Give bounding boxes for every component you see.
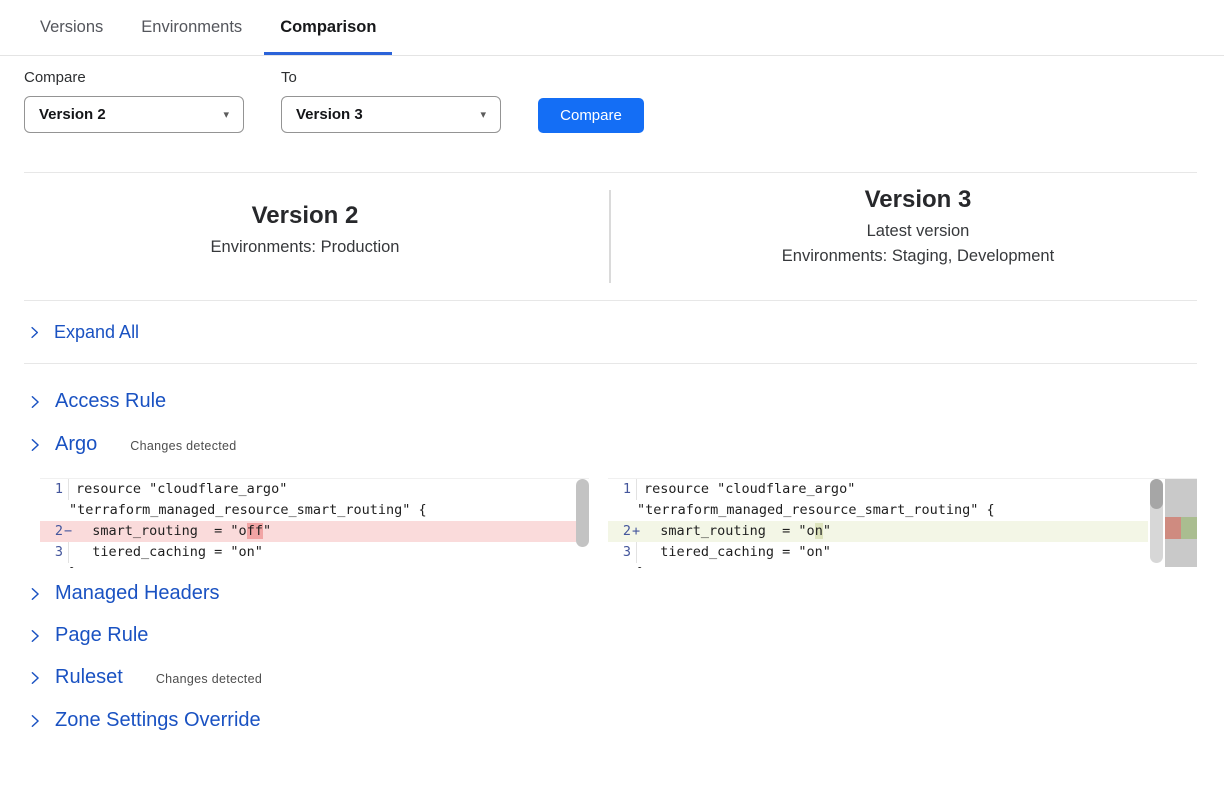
diff-row: 2− smart_routing = "off": [40, 521, 576, 542]
scrollbar-thumb[interactable]: [1150, 479, 1163, 509]
section-label: Managed Headers: [55, 582, 220, 605]
code-text: "terraform_managed_resource_smart_routin…: [68, 500, 576, 521]
changes-detected-badge: Changes detected: [156, 672, 262, 686]
version-right-title: Version 3: [640, 186, 1196, 214]
tab-label: Comparison: [280, 18, 376, 37]
chevron-down-icon: ▾: [223, 108, 229, 121]
tab-label: Environments: [141, 18, 242, 37]
section-label: Page Rule: [55, 624, 148, 647]
diff-pane-left: 1resource "cloudflare_argo""terraform_ma…: [40, 478, 589, 568]
expand-all-label: Expand All: [54, 322, 139, 343]
code-text: tiered_caching = "on": [636, 542, 1148, 563]
scrollbar-thumb[interactable]: [576, 479, 589, 547]
diff-row: 3 tiered_caching = "on": [608, 542, 1148, 563]
chevron-right-icon: [28, 714, 42, 728]
divider: [24, 300, 1197, 301]
chevron-right-icon: [28, 395, 42, 409]
vertical-divider: [609, 190, 611, 283]
chevron-right-icon: [28, 326, 41, 339]
tab-label: Versions: [40, 18, 103, 37]
section-ruleset[interactable]: Ruleset Changes detected: [28, 666, 262, 689]
line-number: 3: [40, 542, 68, 563]
diff-row: "terraform_managed_resource_smart_routin…: [608, 500, 1148, 521]
section-managed-headers[interactable]: Managed Headers: [28, 582, 220, 605]
version-right-latest: Latest version: [640, 222, 1196, 241]
section-access-rule[interactable]: Access Rule: [28, 390, 166, 413]
line-number: 1: [40, 479, 68, 500]
compare-to-select[interactable]: Version 3 ▾: [281, 96, 501, 133]
diff-row: "terraform_managed_resource_smart_routin…: [40, 500, 576, 521]
code-text: resource "cloudflare_argo": [636, 479, 1148, 500]
expand-all[interactable]: Expand All: [28, 322, 139, 343]
compare-button[interactable]: Compare: [538, 98, 644, 133]
tab-environments[interactable]: Environments: [141, 0, 242, 55]
comparison-page: Versions Environments Comparison Compare T…: [0, 0, 1224, 788]
code-text: "terraform_managed_resource_smart_routin…: [636, 500, 1148, 521]
section-label: Access Rule: [55, 390, 166, 413]
code-text: }: [68, 563, 576, 568]
line-number: [40, 563, 68, 568]
code-text: smart_routing = "off": [68, 521, 576, 542]
minimap-added-block: [1181, 517, 1197, 539]
section-label: Argo: [55, 433, 97, 456]
compare-from-select[interactable]: Version 2 ▾: [24, 96, 244, 133]
diff-row: }: [608, 563, 1148, 568]
version-right-header: Version 3 Latest version Environments: S…: [640, 186, 1196, 272]
divider: [24, 172, 1197, 173]
line-number: 3: [608, 542, 636, 563]
diff-row: 1resource "cloudflare_argo": [40, 479, 576, 500]
version-left-title: Version 2: [24, 202, 586, 230]
scrollbar[interactable]: [576, 479, 589, 568]
diff-sign: +: [632, 521, 640, 542]
section-argo[interactable]: Argo Changes detected: [28, 433, 237, 456]
tab-comparison[interactable]: Comparison: [280, 0, 376, 55]
compare-to-value: Version 3: [296, 106, 363, 123]
diff-minimap: [1165, 479, 1197, 567]
version-right-environments: Environments: Staging, Development: [640, 247, 1196, 266]
code-text: tiered_caching = "on": [68, 542, 576, 563]
divider: [24, 363, 1197, 364]
diff-row: 1resource "cloudflare_argo": [608, 479, 1148, 500]
tab-bar: Versions Environments Comparison: [0, 0, 1224, 56]
diff-pane-right: 1resource "cloudflare_argo""terraform_ma…: [608, 478, 1197, 568]
section-label: Ruleset: [55, 666, 123, 689]
line-number: [608, 563, 636, 568]
compare-label: Compare: [24, 69, 86, 86]
to-label: To: [281, 69, 297, 86]
diff-row: }: [40, 563, 576, 568]
code-text: }: [636, 563, 1148, 568]
line-number: [608, 500, 636, 521]
section-label: Zone Settings Override: [55, 709, 261, 732]
chevron-right-icon: [28, 629, 42, 643]
section-page-rule[interactable]: Page Rule: [28, 624, 148, 647]
diff-row: 3 tiered_caching = "on": [40, 542, 576, 563]
diff-sign: −: [64, 521, 72, 542]
code-text: resource "cloudflare_argo": [68, 479, 576, 500]
version-left-environments: Environments: Production: [24, 238, 586, 257]
chevron-right-icon: [28, 438, 42, 452]
line-number: 1: [608, 479, 636, 500]
diff-row: 2+ smart_routing = "on": [608, 521, 1148, 542]
chevron-right-icon: [28, 671, 42, 685]
section-zone-settings-override[interactable]: Zone Settings Override: [28, 709, 261, 732]
line-number: [40, 500, 68, 521]
tab-versions[interactable]: Versions: [40, 0, 103, 55]
version-left-header: Version 2 Environments: Production: [24, 202, 586, 263]
minimap-removed-block: [1165, 517, 1181, 539]
chevron-right-icon: [28, 587, 42, 601]
scrollbar[interactable]: [1150, 479, 1163, 563]
changes-detected-badge: Changes detected: [130, 439, 236, 453]
compare-from-value: Version 2: [39, 106, 106, 123]
minimap-change-marker: [1165, 517, 1197, 539]
code-text: smart_routing = "on": [636, 521, 1148, 542]
chevron-down-icon: ▾: [480, 108, 486, 121]
